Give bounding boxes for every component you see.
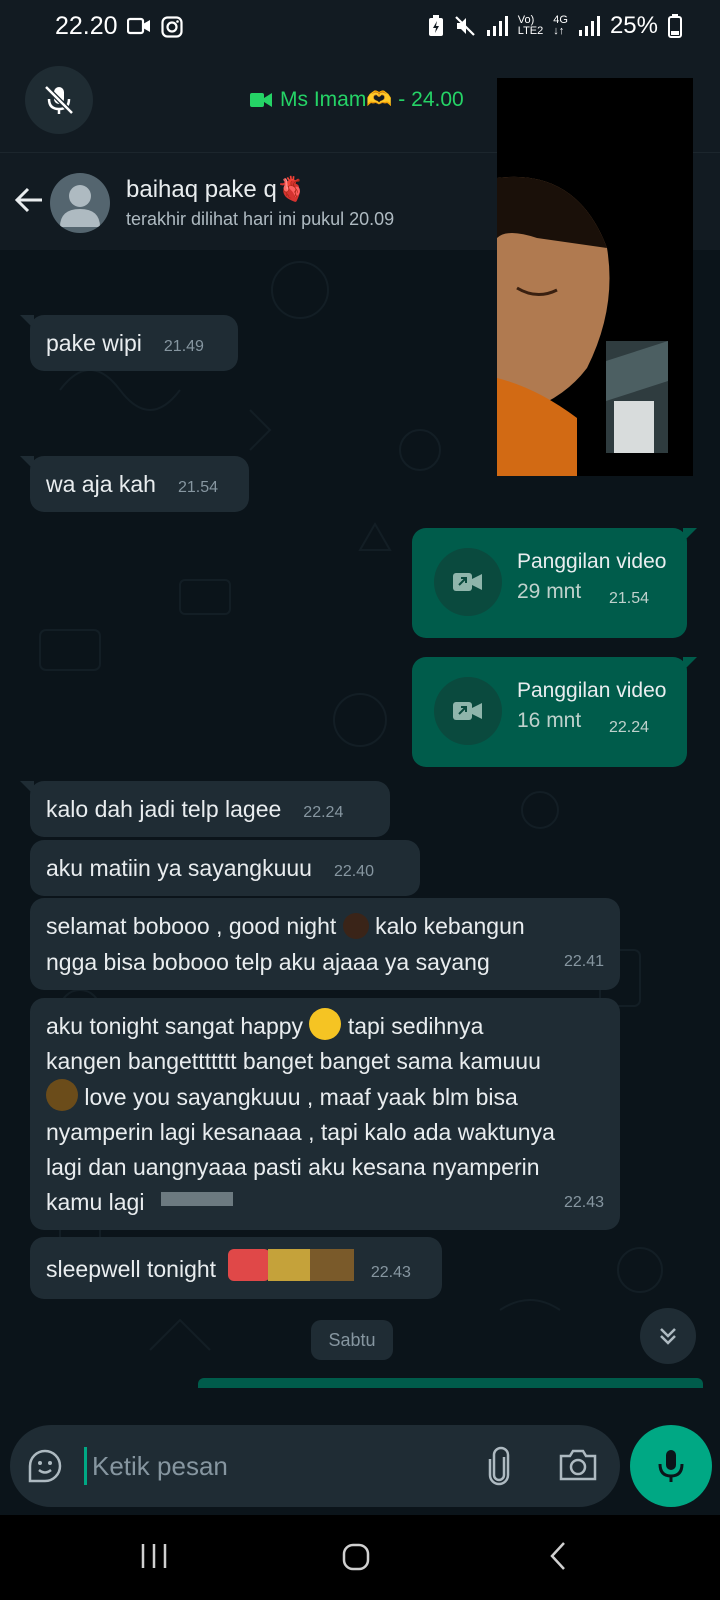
- message-input[interactable]: [84, 1443, 464, 1489]
- camera-icon[interactable]: [558, 1447, 598, 1483]
- redacted-block: [160, 1192, 233, 1206]
- signal-icon: [486, 16, 508, 36]
- message-text: pake wipi: [46, 330, 142, 356]
- message-text: aku matiin ya sayangkuuu: [46, 855, 312, 881]
- instagram-icon: [161, 16, 183, 38]
- partial-outgoing-bubble: [198, 1378, 703, 1388]
- video-call-icon-circle: [434, 677, 502, 745]
- message-time: 22.40: [333, 863, 374, 880]
- self-video: [606, 341, 668, 453]
- scroll-down-button[interactable]: [640, 1308, 696, 1364]
- color-block-icon: [228, 1249, 355, 1281]
- message-text: kalo dah jadi telp lagee: [46, 796, 282, 822]
- message-bubble[interactable]: aku matiin ya sayangkuuu 22.40: [30, 840, 420, 896]
- status-bar: 22.20 Vo) LTE2 4G ↓↑ 25%: [0, 0, 720, 56]
- self-video-preview[interactable]: [606, 341, 668, 453]
- message-time: 22.43: [370, 1264, 411, 1281]
- call-title: Panggilan video: [517, 550, 667, 573]
- message-bubble[interactable]: pake wipi 21.49: [20, 315, 238, 371]
- message-time: 22.24: [303, 804, 344, 821]
- message-input-bar: [10, 1425, 620, 1507]
- avatar[interactable]: [50, 173, 110, 233]
- sticker-emoji: [46, 1079, 78, 1111]
- paperclip-icon[interactable]: [488, 1445, 510, 1487]
- video-camera-icon: [250, 93, 272, 107]
- message-time: 22.41: [563, 953, 604, 970]
- mute-mic-icon: [44, 85, 74, 115]
- battery-percentage: 25%: [609, 12, 658, 39]
- call-time: 22.24: [608, 719, 649, 736]
- mic-icon: [658, 1450, 684, 1482]
- message-bubble[interactable]: kalo dah jadi telp lagee 22.24: [20, 781, 390, 837]
- colored-blocks: [228, 1247, 355, 1293]
- message-bubble[interactable]: aku tonight sangat happy tapi sedihnya k…: [30, 998, 620, 1230]
- mute-mic-button[interactable]: [25, 66, 93, 134]
- video-call-bubble[interactable]: Panggilan video 29 mnt 21.54: [412, 528, 697, 638]
- screen-record-icon: [127, 17, 150, 35]
- video-call-bubble[interactable]: Panggilan video 16 mnt 22.24: [412, 657, 697, 767]
- back-arrow-icon[interactable]: [12, 183, 46, 217]
- message-bubble[interactable]: sleepwell tonight 22.43: [30, 1237, 442, 1299]
- video-call-icon: [453, 702, 482, 720]
- contact-name[interactable]: baihaq pake q🫀: [126, 175, 307, 204]
- message-time: 22.43: [563, 1194, 604, 1211]
- mute-icon: [455, 16, 475, 36]
- message-time: 21.49: [163, 338, 204, 355]
- last-seen-status: terakhir dilihat hari ini pukul 20.09: [126, 209, 395, 229]
- double-chevron-down-icon: [660, 1328, 676, 1345]
- message-text: wa aja kah: [46, 471, 156, 497]
- nav-back-icon[interactable]: [548, 1541, 568, 1571]
- system-navigation-bar: [0, 1515, 720, 1600]
- grinning-emoji-icon: [309, 1008, 342, 1040]
- video-call-icon-circle: [434, 548, 502, 616]
- status-time: 22.20: [55, 12, 118, 40]
- message-bubble[interactable]: wa aja kah 21.54: [20, 456, 249, 512]
- battery-icon: [668, 14, 682, 38]
- home-icon[interactable]: [342, 1543, 370, 1571]
- call-duration: 29 mnt: [517, 580, 582, 603]
- call-duration: 16 mnt: [517, 709, 582, 732]
- ongoing-call-label[interactable]: Ms Imam🫶 - 24.00: [250, 88, 464, 112]
- call-title: Panggilan video: [517, 679, 667, 702]
- sticker-icon[interactable]: [26, 1447, 64, 1485]
- sticker-emoji: [342, 913, 369, 939]
- signal-icon-2: [578, 16, 600, 36]
- video-call-icon: [453, 573, 482, 591]
- message-time: 21.54: [177, 479, 219, 496]
- date-chip: Sabtu: [311, 1320, 393, 1360]
- call-time: 21.54: [608, 590, 649, 607]
- message-bubble[interactable]: selamat bobooo , good night kalo kebangu…: [30, 898, 620, 990]
- recents-icon[interactable]: [140, 1543, 168, 1569]
- battery-saver-icon: [428, 15, 443, 36]
- voice-message-button[interactable]: [630, 1425, 712, 1507]
- avatar-icon: [60, 185, 100, 227]
- video-call-overlay[interactable]: [497, 78, 693, 476]
- message-text: sleepwell tonight: [46, 1256, 217, 1282]
